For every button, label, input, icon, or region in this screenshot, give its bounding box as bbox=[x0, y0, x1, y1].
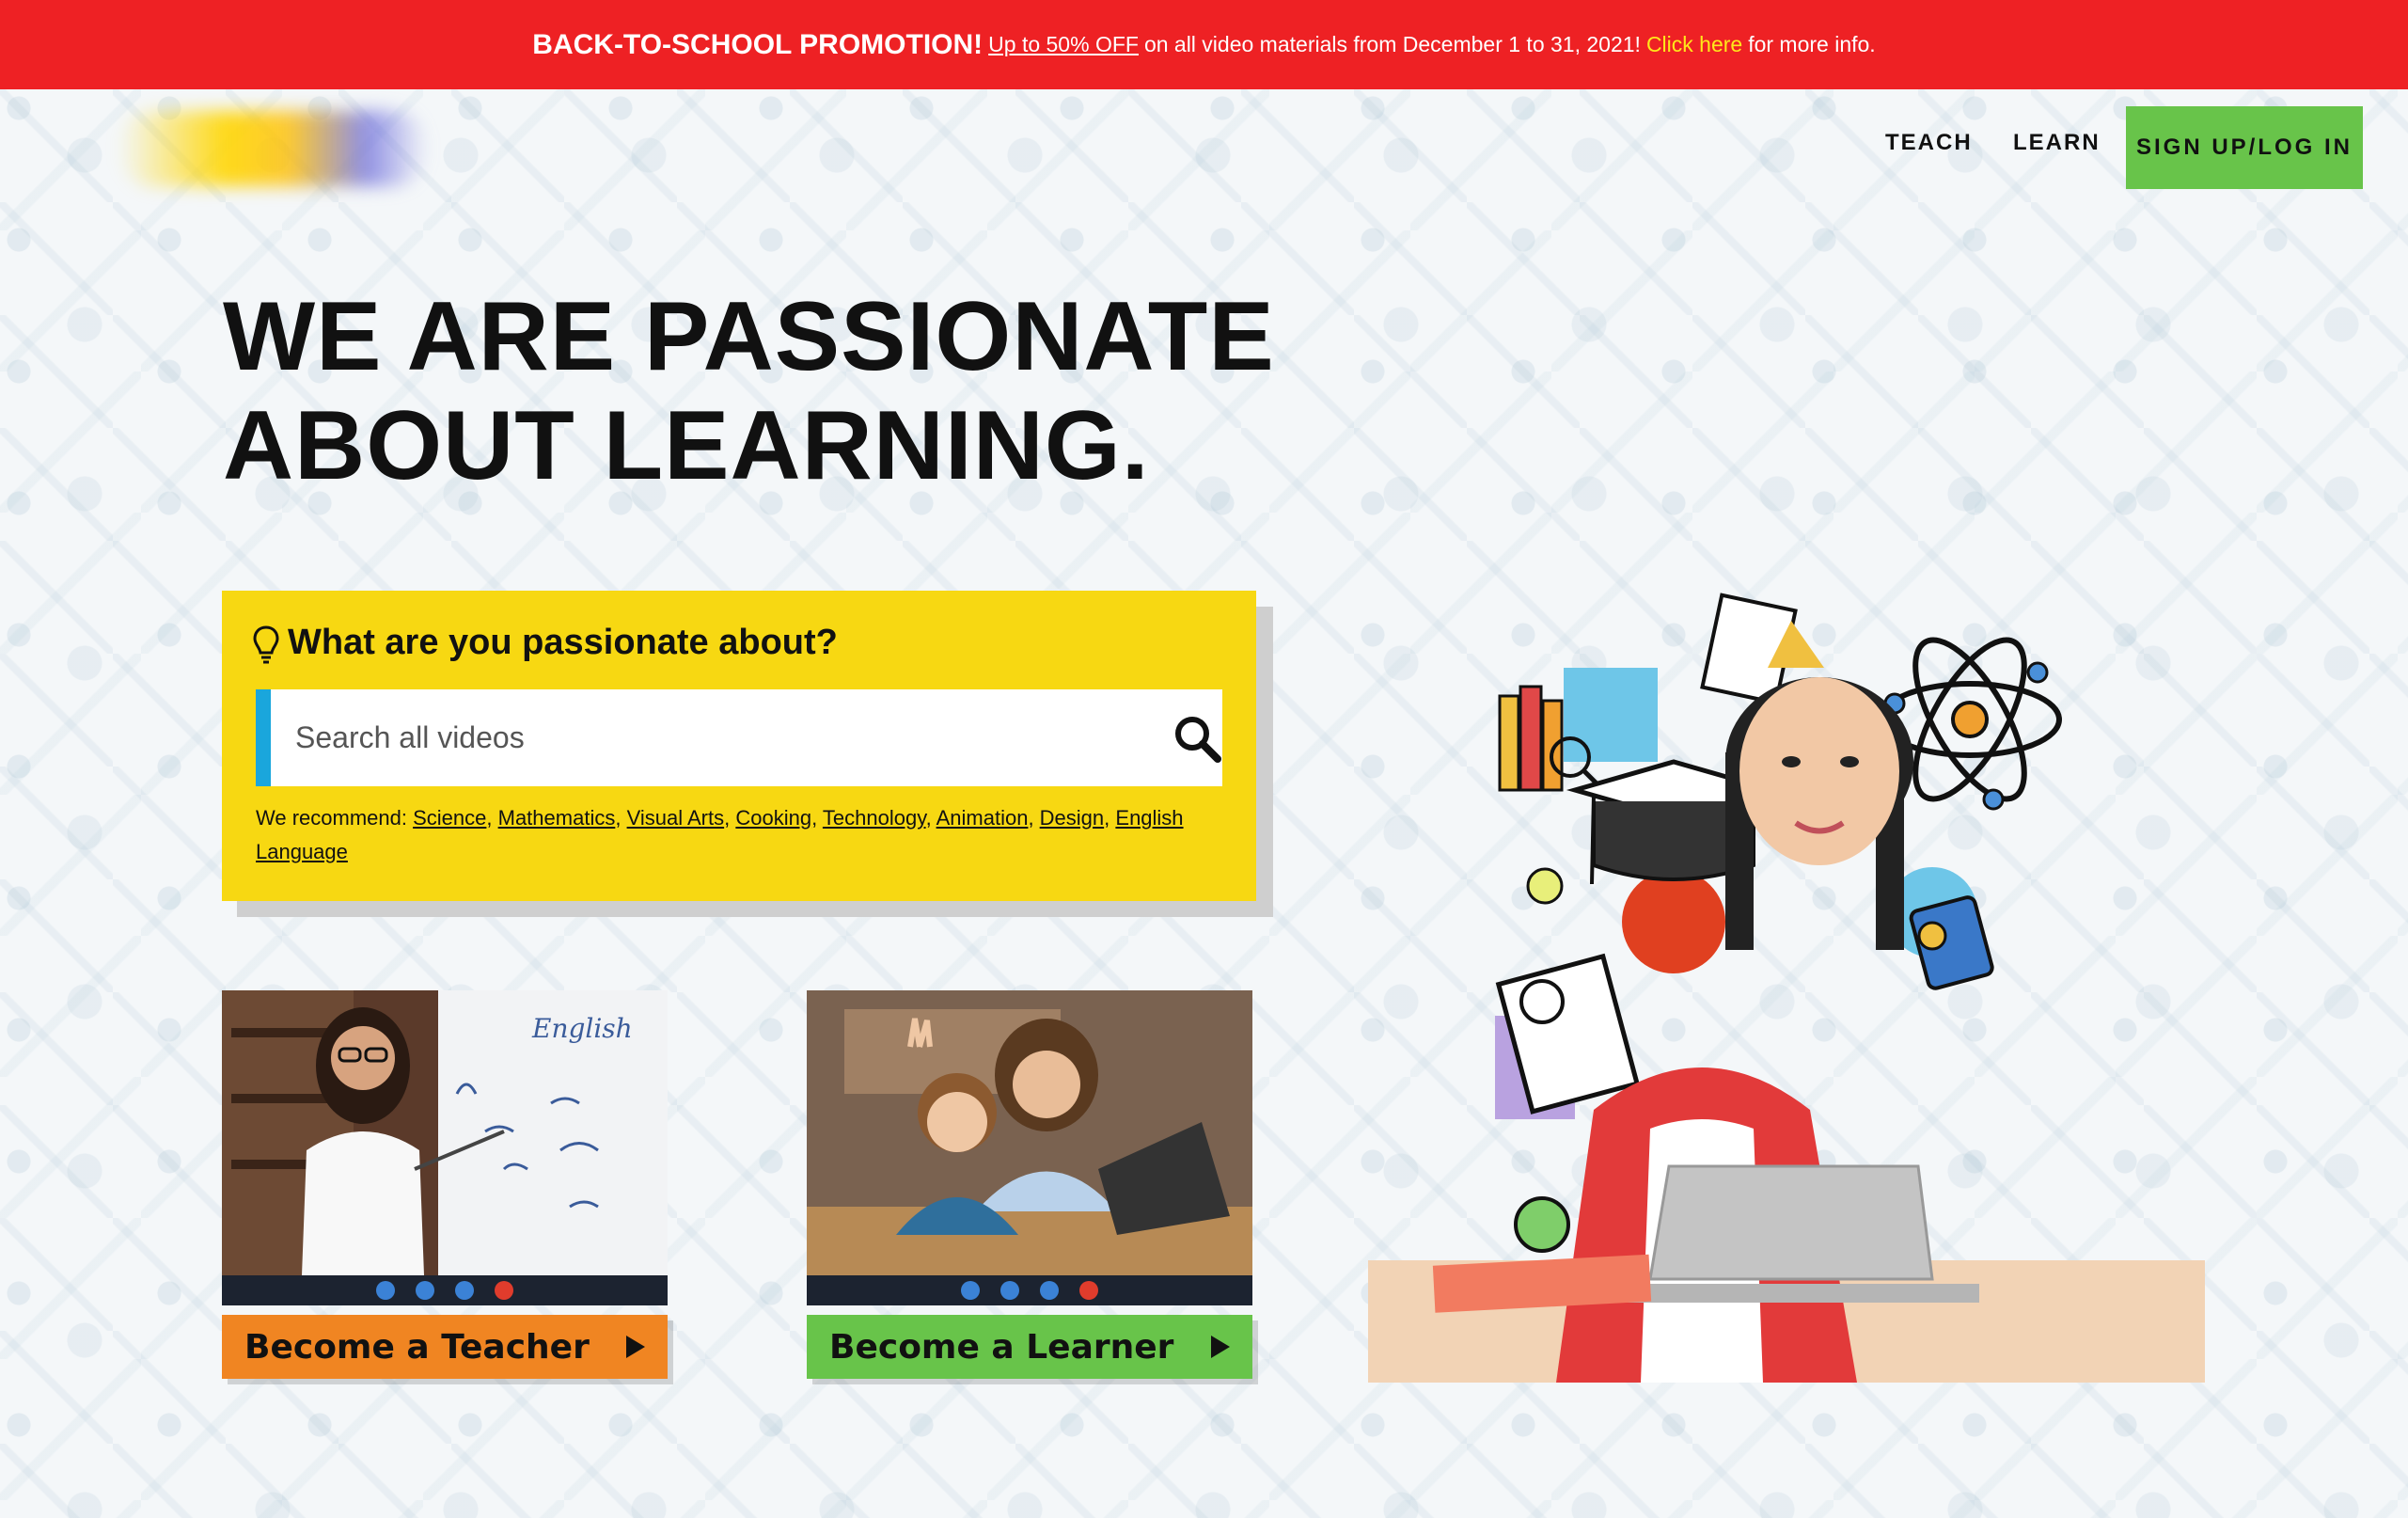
topic-link-design[interactable]: Design bbox=[1040, 806, 1104, 830]
teacher-illustration: English bbox=[222, 990, 668, 1305]
nav-learn[interactable]: LEARN bbox=[2013, 130, 2101, 156]
become-learner-button[interactable]: Become a Learner bbox=[807, 1315, 1252, 1379]
signup-login-button[interactable]: SIGN UP/LOG IN bbox=[2126, 106, 2363, 189]
topic-link-science[interactable]: Science bbox=[413, 806, 486, 830]
search-input[interactable] bbox=[271, 689, 1136, 786]
learner-video-image[interactable] bbox=[807, 990, 1252, 1305]
learner-illustration bbox=[807, 990, 1252, 1305]
whiteboard-text: English bbox=[531, 1013, 633, 1044]
topic-link-technology[interactable]: Technology bbox=[823, 806, 926, 830]
hero-headline: WE ARE PASSIONATE ABOUT LEARNING. bbox=[223, 282, 1275, 500]
promo-more-info: for more info. bbox=[1748, 32, 1876, 56]
search-field bbox=[256, 689, 1222, 786]
lightbulb-icon bbox=[253, 625, 279, 664]
recommend-label: We recommend: bbox=[256, 806, 407, 830]
become-teacher-button[interactable]: Become a Teacher bbox=[222, 1315, 668, 1379]
become-learner-label: Become a Learner bbox=[829, 1327, 1174, 1367]
promo-text: on all video materials from December 1 t… bbox=[1143, 32, 1641, 56]
play-icon bbox=[626, 1336, 645, 1358]
hero-headline-line1: WE ARE PASSIONATE bbox=[223, 282, 1275, 391]
search-icon[interactable] bbox=[1169, 710, 1225, 767]
play-icon bbox=[1211, 1336, 1230, 1358]
search-question: What are you passionate about? bbox=[288, 623, 838, 662]
topic-link-cooking[interactable]: Cooking bbox=[735, 806, 811, 830]
site-logo[interactable] bbox=[118, 111, 428, 186]
promo-title: BACK-TO-SCHOOL PROMOTION! bbox=[532, 28, 984, 60]
hero-illustration bbox=[1368, 593, 2205, 1383]
promo-banner: BACK-TO-SCHOOL PROMOTION! Up to 50% OFF … bbox=[0, 0, 2408, 89]
teacher-video-image[interactable]: English bbox=[222, 990, 668, 1305]
topic-link-visual-arts[interactable]: Visual Arts bbox=[627, 806, 725, 830]
topic-link-mathematics[interactable]: Mathematics bbox=[498, 806, 616, 830]
video-call-controls bbox=[807, 1275, 1252, 1305]
recommend-list: We recommend: Science, Mathematics, Visu… bbox=[256, 806, 1184, 863]
promo-offer-link[interactable]: Up to 50% OFF bbox=[988, 32, 1139, 57]
topic-link-animation[interactable]: Animation bbox=[936, 806, 1029, 830]
nav-teach[interactable]: TEACH bbox=[1885, 130, 1973, 156]
promo-click-here-link[interactable]: Click here bbox=[1646, 32, 1742, 57]
become-teacher-label: Become a Teacher bbox=[244, 1327, 590, 1367]
hero-headline-line2: ABOUT LEARNING. bbox=[223, 391, 1150, 500]
video-call-controls bbox=[222, 1275, 668, 1305]
